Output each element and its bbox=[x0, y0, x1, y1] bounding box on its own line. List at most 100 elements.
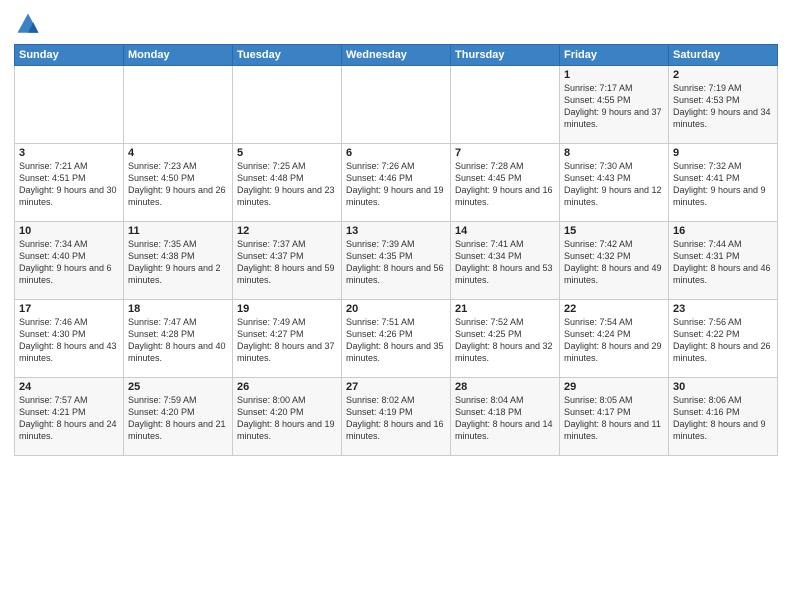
calendar-cell: 10Sunrise: 7:34 AM Sunset: 4:40 PM Dayli… bbox=[15, 222, 124, 300]
day-number: 12 bbox=[237, 225, 337, 237]
day-number: 30 bbox=[673, 381, 773, 393]
calendar-cell: 2Sunrise: 7:19 AM Sunset: 4:53 PM Daylig… bbox=[669, 66, 778, 144]
calendar-day-header: Sunday bbox=[15, 45, 124, 66]
day-info: Sunrise: 7:51 AM Sunset: 4:26 PM Dayligh… bbox=[346, 316, 446, 365]
calendar-cell: 28Sunrise: 8:04 AM Sunset: 4:18 PM Dayli… bbox=[451, 378, 560, 456]
day-info: Sunrise: 7:25 AM Sunset: 4:48 PM Dayligh… bbox=[237, 160, 337, 209]
calendar-day-header: Wednesday bbox=[342, 45, 451, 66]
calendar-cell: 5Sunrise: 7:25 AM Sunset: 4:48 PM Daylig… bbox=[233, 144, 342, 222]
calendar-week-row: 1Sunrise: 7:17 AM Sunset: 4:55 PM Daylig… bbox=[15, 66, 778, 144]
calendar-cell bbox=[15, 66, 124, 144]
day-info: Sunrise: 7:47 AM Sunset: 4:28 PM Dayligh… bbox=[128, 316, 228, 365]
day-number: 28 bbox=[455, 381, 555, 393]
calendar-cell: 11Sunrise: 7:35 AM Sunset: 4:38 PM Dayli… bbox=[124, 222, 233, 300]
calendar-cell: 3Sunrise: 7:21 AM Sunset: 4:51 PM Daylig… bbox=[15, 144, 124, 222]
day-number: 6 bbox=[346, 147, 446, 159]
day-info: Sunrise: 7:41 AM Sunset: 4:34 PM Dayligh… bbox=[455, 238, 555, 287]
day-number: 25 bbox=[128, 381, 228, 393]
calendar-cell: 25Sunrise: 7:59 AM Sunset: 4:20 PM Dayli… bbox=[124, 378, 233, 456]
day-info: Sunrise: 7:46 AM Sunset: 4:30 PM Dayligh… bbox=[19, 316, 119, 365]
calendar-day-header: Friday bbox=[560, 45, 669, 66]
calendar-cell: 4Sunrise: 7:23 AM Sunset: 4:50 PM Daylig… bbox=[124, 144, 233, 222]
day-number: 1 bbox=[564, 69, 664, 81]
day-number: 23 bbox=[673, 303, 773, 315]
day-info: Sunrise: 7:19 AM Sunset: 4:53 PM Dayligh… bbox=[673, 82, 773, 131]
calendar-cell: 19Sunrise: 7:49 AM Sunset: 4:27 PM Dayli… bbox=[233, 300, 342, 378]
day-info: Sunrise: 7:52 AM Sunset: 4:25 PM Dayligh… bbox=[455, 316, 555, 365]
logo-icon bbox=[14, 10, 42, 38]
calendar-week-row: 3Sunrise: 7:21 AM Sunset: 4:51 PM Daylig… bbox=[15, 144, 778, 222]
day-info: Sunrise: 7:49 AM Sunset: 4:27 PM Dayligh… bbox=[237, 316, 337, 365]
calendar-table: SundayMondayTuesdayWednesdayThursdayFrid… bbox=[14, 44, 778, 456]
calendar-cell: 14Sunrise: 7:41 AM Sunset: 4:34 PM Dayli… bbox=[451, 222, 560, 300]
calendar-cell bbox=[342, 66, 451, 144]
day-number: 3 bbox=[19, 147, 119, 159]
calendar-week-row: 24Sunrise: 7:57 AM Sunset: 4:21 PM Dayli… bbox=[15, 378, 778, 456]
calendar-cell: 6Sunrise: 7:26 AM Sunset: 4:46 PM Daylig… bbox=[342, 144, 451, 222]
calendar-cell: 1Sunrise: 7:17 AM Sunset: 4:55 PM Daylig… bbox=[560, 66, 669, 144]
day-info: Sunrise: 7:35 AM Sunset: 4:38 PM Dayligh… bbox=[128, 238, 228, 287]
day-info: Sunrise: 7:32 AM Sunset: 4:41 PM Dayligh… bbox=[673, 160, 773, 209]
day-number: 9 bbox=[673, 147, 773, 159]
calendar-day-header: Saturday bbox=[669, 45, 778, 66]
calendar-header-row: SundayMondayTuesdayWednesdayThursdayFrid… bbox=[15, 45, 778, 66]
day-number: 8 bbox=[564, 147, 664, 159]
calendar-cell: 8Sunrise: 7:30 AM Sunset: 4:43 PM Daylig… bbox=[560, 144, 669, 222]
calendar-cell bbox=[124, 66, 233, 144]
day-number: 26 bbox=[237, 381, 337, 393]
day-number: 19 bbox=[237, 303, 337, 315]
day-info: Sunrise: 7:56 AM Sunset: 4:22 PM Dayligh… bbox=[673, 316, 773, 365]
page: SundayMondayTuesdayWednesdayThursdayFrid… bbox=[0, 0, 792, 612]
calendar-cell: 16Sunrise: 7:44 AM Sunset: 4:31 PM Dayli… bbox=[669, 222, 778, 300]
calendar-cell: 21Sunrise: 7:52 AM Sunset: 4:25 PM Dayli… bbox=[451, 300, 560, 378]
logo bbox=[14, 10, 46, 38]
day-number: 10 bbox=[19, 225, 119, 237]
day-number: 24 bbox=[19, 381, 119, 393]
day-info: Sunrise: 8:00 AM Sunset: 4:20 PM Dayligh… bbox=[237, 394, 337, 443]
calendar-day-header: Thursday bbox=[451, 45, 560, 66]
day-info: Sunrise: 7:37 AM Sunset: 4:37 PM Dayligh… bbox=[237, 238, 337, 287]
day-number: 13 bbox=[346, 225, 446, 237]
day-info: Sunrise: 7:28 AM Sunset: 4:45 PM Dayligh… bbox=[455, 160, 555, 209]
calendar-cell: 17Sunrise: 7:46 AM Sunset: 4:30 PM Dayli… bbox=[15, 300, 124, 378]
calendar-cell: 27Sunrise: 8:02 AM Sunset: 4:19 PM Dayli… bbox=[342, 378, 451, 456]
calendar-cell: 15Sunrise: 7:42 AM Sunset: 4:32 PM Dayli… bbox=[560, 222, 669, 300]
day-number: 17 bbox=[19, 303, 119, 315]
day-info: Sunrise: 7:59 AM Sunset: 4:20 PM Dayligh… bbox=[128, 394, 228, 443]
day-info: Sunrise: 7:23 AM Sunset: 4:50 PM Dayligh… bbox=[128, 160, 228, 209]
calendar-week-row: 10Sunrise: 7:34 AM Sunset: 4:40 PM Dayli… bbox=[15, 222, 778, 300]
header bbox=[14, 10, 778, 38]
calendar-cell bbox=[451, 66, 560, 144]
calendar-day-header: Tuesday bbox=[233, 45, 342, 66]
day-number: 21 bbox=[455, 303, 555, 315]
day-number: 29 bbox=[564, 381, 664, 393]
calendar-cell: 29Sunrise: 8:05 AM Sunset: 4:17 PM Dayli… bbox=[560, 378, 669, 456]
calendar-cell: 9Sunrise: 7:32 AM Sunset: 4:41 PM Daylig… bbox=[669, 144, 778, 222]
day-number: 15 bbox=[564, 225, 664, 237]
calendar-cell: 13Sunrise: 7:39 AM Sunset: 4:35 PM Dayli… bbox=[342, 222, 451, 300]
calendar-cell: 30Sunrise: 8:06 AM Sunset: 4:16 PM Dayli… bbox=[669, 378, 778, 456]
day-info: Sunrise: 7:21 AM Sunset: 4:51 PM Dayligh… bbox=[19, 160, 119, 209]
day-info: Sunrise: 8:06 AM Sunset: 4:16 PM Dayligh… bbox=[673, 394, 773, 443]
day-info: Sunrise: 7:54 AM Sunset: 4:24 PM Dayligh… bbox=[564, 316, 664, 365]
day-info: Sunrise: 8:02 AM Sunset: 4:19 PM Dayligh… bbox=[346, 394, 446, 443]
calendar-cell: 26Sunrise: 8:00 AM Sunset: 4:20 PM Dayli… bbox=[233, 378, 342, 456]
calendar-cell: 7Sunrise: 7:28 AM Sunset: 4:45 PM Daylig… bbox=[451, 144, 560, 222]
day-number: 2 bbox=[673, 69, 773, 81]
calendar-cell bbox=[233, 66, 342, 144]
day-info: Sunrise: 8:04 AM Sunset: 4:18 PM Dayligh… bbox=[455, 394, 555, 443]
day-number: 20 bbox=[346, 303, 446, 315]
day-info: Sunrise: 7:44 AM Sunset: 4:31 PM Dayligh… bbox=[673, 238, 773, 287]
day-info: Sunrise: 7:17 AM Sunset: 4:55 PM Dayligh… bbox=[564, 82, 664, 131]
day-number: 18 bbox=[128, 303, 228, 315]
calendar-cell: 20Sunrise: 7:51 AM Sunset: 4:26 PM Dayli… bbox=[342, 300, 451, 378]
calendar-cell: 24Sunrise: 7:57 AM Sunset: 4:21 PM Dayli… bbox=[15, 378, 124, 456]
day-number: 16 bbox=[673, 225, 773, 237]
calendar-cell: 12Sunrise: 7:37 AM Sunset: 4:37 PM Dayli… bbox=[233, 222, 342, 300]
day-info: Sunrise: 7:30 AM Sunset: 4:43 PM Dayligh… bbox=[564, 160, 664, 209]
day-number: 5 bbox=[237, 147, 337, 159]
calendar-day-header: Monday bbox=[124, 45, 233, 66]
day-info: Sunrise: 7:34 AM Sunset: 4:40 PM Dayligh… bbox=[19, 238, 119, 287]
day-info: Sunrise: 8:05 AM Sunset: 4:17 PM Dayligh… bbox=[564, 394, 664, 443]
calendar-week-row: 17Sunrise: 7:46 AM Sunset: 4:30 PM Dayli… bbox=[15, 300, 778, 378]
